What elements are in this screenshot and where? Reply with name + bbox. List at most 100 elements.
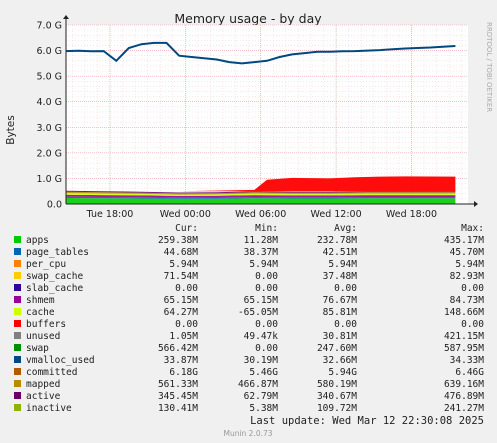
legend-label-buffers: buffers bbox=[26, 319, 66, 330]
legend-label-cache: cache bbox=[26, 307, 55, 318]
y-tick-label: 1.0 G bbox=[37, 174, 63, 185]
x-axis-arrow bbox=[474, 201, 478, 207]
legend-value-swap_cache-min: 0.00 bbox=[255, 271, 278, 282]
legend-value-swap-cur: 566.42M bbox=[158, 343, 198, 354]
legend-value-vmalloc_used-min: 30.19M bbox=[244, 355, 279, 366]
legend-value-inactive-max: 241.27M bbox=[444, 403, 484, 414]
legend-swatch-swap_cache bbox=[14, 272, 21, 279]
legend-label-per_cpu: per_cpu bbox=[26, 259, 66, 270]
legend-value-mapped-cur: 561.33M bbox=[158, 379, 198, 390]
legend: Cur: Min: Avg: Max: apps 259.38M 11.28M 232.78M… bbox=[14, 223, 484, 414]
chart-title: Memory usage - by day bbox=[174, 11, 322, 26]
legend-value-apps-min: 11.28M bbox=[244, 235, 279, 246]
legend-label-apps: apps bbox=[26, 235, 49, 246]
legend-value-mapped-min: 466.87M bbox=[238, 379, 278, 390]
legend-value-swap_cache-max: 82.93M bbox=[450, 271, 485, 282]
memory-usage-chart: Memory usage - by day RRDTOOL / TOBI OET… bbox=[5, 11, 493, 438]
legend-swatch-shmem bbox=[14, 296, 21, 303]
legend-value-unused-avg: 30.81M bbox=[323, 331, 358, 342]
x-tick-label: Wed 06:00 bbox=[235, 209, 286, 220]
legend-value-active-avg: 340.67M bbox=[317, 391, 357, 402]
legend-value-buffers-max: 0.00 bbox=[461, 319, 484, 330]
legend-value-apps-max: 435.17M bbox=[444, 235, 484, 246]
legend-value-cache-min: -65.05M bbox=[238, 307, 278, 318]
legend-value-swap_cache-avg: 37.48M bbox=[323, 271, 358, 282]
legend-label-swap_cache: swap_cache bbox=[26, 271, 83, 282]
legend-value-page_tables-min: 38.37M bbox=[244, 247, 279, 258]
legend-value-swap-avg: 247.60M bbox=[317, 343, 357, 354]
legend-swatch-cache bbox=[14, 308, 21, 315]
legend-value-mapped-avg: 580.19M bbox=[317, 379, 357, 390]
legend-swatch-inactive bbox=[14, 404, 21, 411]
legend-label-mapped: mapped bbox=[26, 379, 60, 390]
legend-swatch-apps bbox=[14, 236, 21, 243]
legend-value-per_cpu-max: 5.94M bbox=[455, 259, 484, 270]
legend-value-shmem-avg: 76.67M bbox=[323, 295, 358, 306]
legend-value-slab_cache-cur: 0.00 bbox=[175, 283, 198, 294]
x-tick-label: Wed 12:00 bbox=[311, 209, 362, 220]
y-tick-label: 6.0 G bbox=[37, 46, 63, 57]
legend-swatch-mapped bbox=[14, 380, 21, 387]
y-tick-label: 5.0 G bbox=[37, 72, 63, 83]
legend-value-vmalloc_used-cur: 33.87M bbox=[164, 355, 199, 366]
y-tick-label: 0.0 bbox=[47, 200, 62, 211]
legend-value-swap-max: 587.95M bbox=[444, 343, 484, 354]
legend-value-per_cpu-cur: 5.94M bbox=[169, 259, 198, 270]
legend-value-active-max: 476.89M bbox=[444, 391, 484, 402]
legend-value-shmem-min: 65.15M bbox=[244, 295, 279, 306]
legend-column-header: Min: bbox=[255, 223, 278, 234]
legend-label-committed: committed bbox=[26, 367, 77, 378]
legend-value-cache-max: 148.66M bbox=[444, 307, 484, 318]
legend-value-active-cur: 345.45M bbox=[158, 391, 198, 402]
legend-swatch-unused bbox=[14, 332, 21, 339]
legend-value-swap_cache-cur: 71.54M bbox=[164, 271, 199, 282]
legend-column-header: Avg: bbox=[334, 223, 357, 234]
legend-swatch-vmalloc_used bbox=[14, 356, 21, 363]
legend-swatch-buffers bbox=[14, 320, 21, 327]
legend-value-cache-avg: 85.81M bbox=[323, 307, 358, 318]
legend-value-mapped-max: 639.16M bbox=[444, 379, 484, 390]
legend-swatch-swap bbox=[14, 344, 21, 351]
legend-value-buffers-min: 0.00 bbox=[255, 319, 278, 330]
legend-value-unused-max: 421.15M bbox=[444, 331, 484, 342]
legend-label-page_tables: page_tables bbox=[26, 247, 89, 258]
legend-value-slab_cache-min: 0.00 bbox=[255, 283, 278, 294]
legend-value-inactive-avg: 109.72M bbox=[317, 403, 357, 414]
legend-label-swap: swap bbox=[26, 343, 49, 354]
legend-value-slab_cache-avg: 0.00 bbox=[334, 283, 357, 294]
legend-value-inactive-cur: 130.41M bbox=[158, 403, 198, 414]
legend-value-page_tables-max: 45.70M bbox=[450, 247, 485, 258]
legend-value-page_tables-cur: 44.68M bbox=[164, 247, 199, 258]
legend-value-apps-avg: 232.78M bbox=[317, 235, 357, 246]
legend-value-unused-min: 49.47k bbox=[244, 331, 279, 342]
x-tick-label: Tue 18:00 bbox=[86, 209, 134, 220]
legend-swatch-committed bbox=[14, 368, 21, 375]
legend-value-active-min: 62.79M bbox=[244, 391, 279, 402]
legend-value-unused-cur: 1.05M bbox=[169, 331, 198, 342]
legend-column-header: Cur: bbox=[175, 223, 198, 234]
legend-label-inactive: inactive bbox=[26, 403, 72, 414]
legend-value-inactive-min: 5.38M bbox=[249, 403, 278, 414]
y-axis-arrow bbox=[63, 15, 69, 19]
legend-value-committed-avg: 5.94G bbox=[328, 367, 357, 378]
legend-value-cache-cur: 64.27M bbox=[164, 307, 199, 318]
y-axis-label: Bytes bbox=[5, 115, 17, 144]
x-tick-label: Wed 18:00 bbox=[386, 209, 437, 220]
legend-value-swap-min: 0.00 bbox=[255, 343, 278, 354]
area-apps bbox=[66, 198, 456, 204]
x-tick-label: Wed 00:00 bbox=[160, 209, 211, 220]
side-label: RRDTOOL / TOBI OETIKER bbox=[485, 22, 493, 112]
legend-value-vmalloc_used-max: 34.33M bbox=[450, 355, 485, 366]
legend-value-per_cpu-avg: 5.94M bbox=[328, 259, 357, 270]
legend-swatch-slab_cache bbox=[14, 284, 21, 291]
legend-value-committed-cur: 6.18G bbox=[169, 367, 198, 378]
legend-value-per_cpu-min: 5.94M bbox=[249, 259, 278, 270]
legend-value-slab_cache-max: 0.00 bbox=[461, 283, 484, 294]
legend-swatch-per_cpu bbox=[14, 260, 21, 267]
legend-label-shmem: shmem bbox=[26, 295, 55, 306]
legend-label-vmalloc_used: vmalloc_used bbox=[26, 355, 95, 366]
legend-label-slab_cache: slab_cache bbox=[26, 283, 83, 294]
legend-label-unused: unused bbox=[26, 331, 60, 342]
y-tick-label: 2.0 G bbox=[37, 148, 63, 159]
last-update: Last update: Wed Mar 12 22:30:08 2025 bbox=[250, 415, 484, 427]
